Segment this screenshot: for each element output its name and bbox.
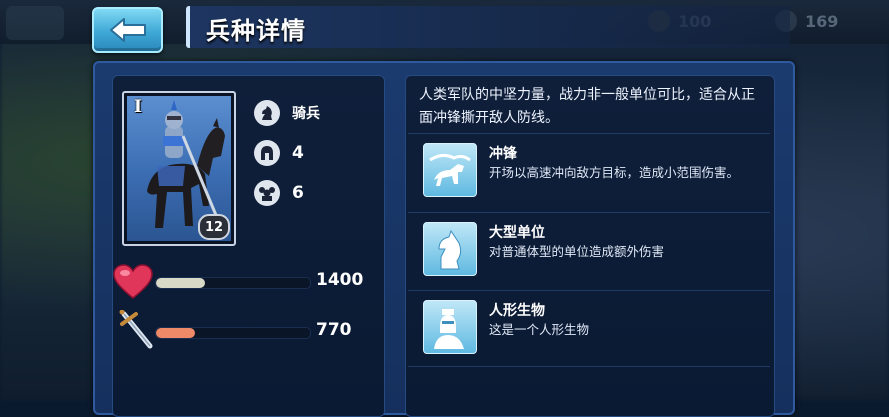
unit-helmet-row: 4 <box>254 140 304 166</box>
divider <box>408 290 770 291</box>
sword-icon <box>119 310 153 349</box>
back-button[interactable] <box>92 7 163 53</box>
skill-name: 大型单位 <box>489 225 545 241</box>
unit-helmet-value: 4 <box>292 143 304 163</box>
health-bar-fill <box>156 278 206 288</box>
unit-cost-badge: 12 <box>198 214 230 240</box>
skill-desc: 这是一个人形生物 <box>489 322 590 337</box>
skill-name: 人形生物 <box>489 303 545 319</box>
knight-chess-icon <box>254 100 280 126</box>
divider <box>408 366 770 367</box>
charge-horse-icon <box>423 143 477 197</box>
health-value: 1400 <box>316 270 364 290</box>
squad-icon <box>254 180 280 206</box>
helmet-icon <box>254 140 280 166</box>
unit-squad-value: 6 <box>292 183 304 203</box>
heart-icon <box>113 264 153 299</box>
attack-bar-fill <box>156 328 195 338</box>
attack-bar <box>155 327 311 339</box>
skill-humanoid[interactable]: 人形生物 这是一个人形生物 <box>419 300 769 370</box>
unit-description: 人类军队的中坚力量，战力非一般单位可比，适合从正面冲锋撕开敌人防线。 <box>419 87 755 126</box>
unit-squad-row: 6 <box>254 180 304 206</box>
skill-desc: 对普通体型的单位造成额外伤害 <box>489 244 665 259</box>
page-title: 兵种详情 <box>206 17 306 45</box>
unit-type-label: 骑兵 <box>292 106 320 122</box>
background-back-button <box>6 6 64 40</box>
unit-type-row: 骑兵 <box>254 100 320 126</box>
health-bar <box>155 277 311 289</box>
skill-name: 冲锋 <box>489 146 517 162</box>
divider <box>408 133 770 134</box>
skill-desc: 开场以高速冲向敌方目标，造成小范围伤害。 <box>489 165 740 180</box>
humanoid-icon <box>423 300 477 354</box>
large-unit-icon <box>423 222 477 276</box>
skill-charge[interactable]: 冲锋 开场以高速冲向敌方目标，造成小范围伤害。 <box>419 143 769 213</box>
arrow-left-icon <box>109 18 146 42</box>
health-bar-row: 1400 <box>110 264 380 300</box>
unit-portrait: I 12 <box>122 91 236 246</box>
unit-tier: I <box>134 97 142 117</box>
divider <box>408 212 770 213</box>
skill-large-unit[interactable]: 大型单位 对普通体型的单位造成额外伤害 <box>419 222 769 292</box>
attack-bar-row: 770 <box>110 310 380 350</box>
attack-value: 770 <box>316 320 352 340</box>
